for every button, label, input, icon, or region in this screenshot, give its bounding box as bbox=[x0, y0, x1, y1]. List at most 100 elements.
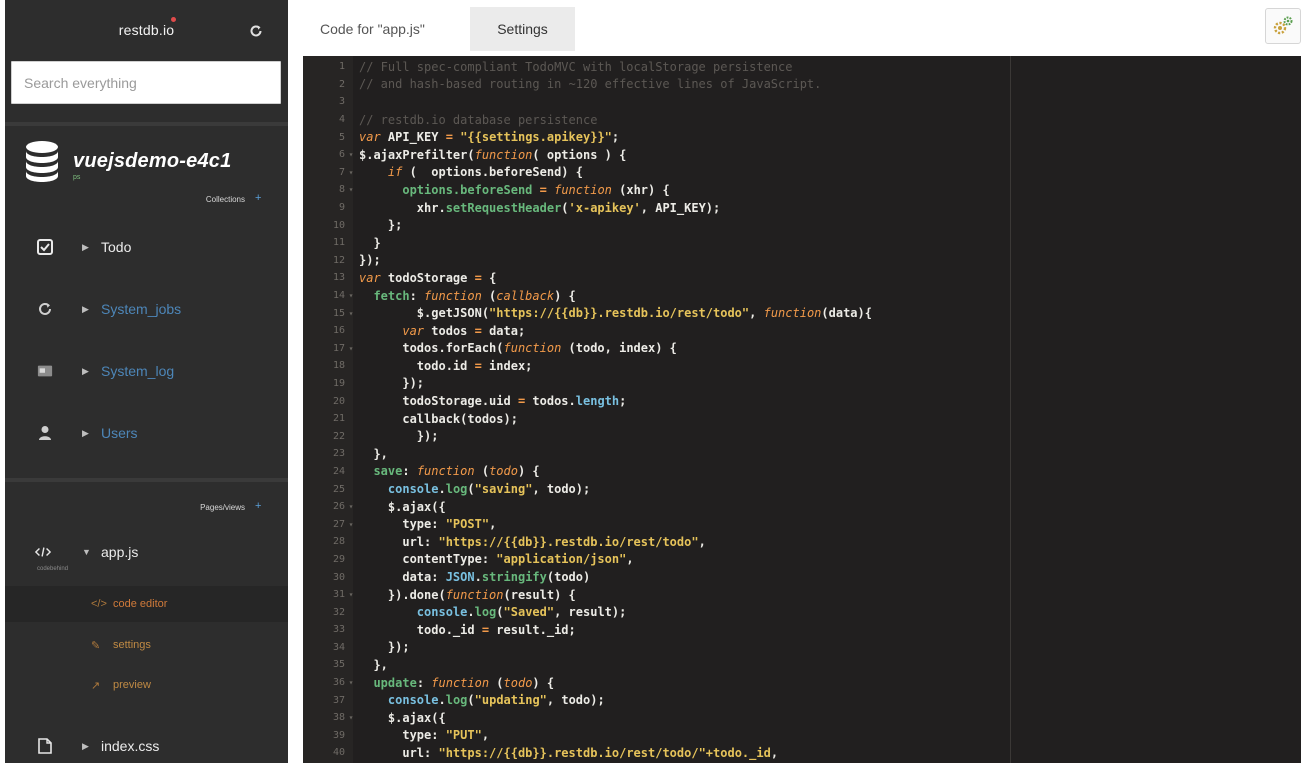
code-token: ( bbox=[481, 288, 497, 303]
fold-toggle-icon[interactable]: ▾ bbox=[345, 502, 357, 511]
line-number: 40 bbox=[332, 747, 345, 759]
code-text: todo.id = index; bbox=[357, 358, 533, 373]
code-text: todo._id = result._id; bbox=[357, 623, 576, 637]
code-token: todoStorage.uid bbox=[359, 394, 518, 409]
code-token: = bbox=[445, 130, 453, 145]
code-line: 27 ▾ type: "POST", bbox=[303, 515, 1301, 533]
fold-toggle-icon[interactable]: ▾ bbox=[345, 713, 357, 722]
code-line: 28 url: "https://{{db}}.restdb.io/rest/t… bbox=[303, 533, 1301, 551]
code-text: var todoStorage = { bbox=[357, 271, 496, 285]
code-line: 10 }; bbox=[303, 216, 1301, 234]
tab-settings[interactable]: Settings bbox=[470, 7, 575, 51]
code-text: options.beforeSend = function (xhr) { bbox=[357, 182, 669, 197]
code-line: 38 ▾ $.ajax({ bbox=[303, 709, 1301, 727]
code-token: // and hash-based routing in ~120 effect… bbox=[359, 77, 822, 92]
code-line: 12}); bbox=[303, 252, 1301, 270]
code-editor[interactable]: 1 // Full spec-compliant TodoMVC with loc… bbox=[303, 56, 1301, 763]
code-text: }, bbox=[357, 447, 387, 461]
code-token: options.beforeSend bbox=[402, 182, 533, 197]
database-header[interactable]: vuejsdemo-e4c1 ps bbox=[5, 130, 288, 210]
code-token: console bbox=[416, 605, 468, 620]
code-text: // Full spec-compliant TodoMVC with loca… bbox=[357, 60, 792, 74]
code-line: 40 url: "https://{{db}}.restdb.io/rest/t… bbox=[303, 744, 1301, 762]
code-token: stringify bbox=[481, 570, 547, 585]
add-collection-icon[interactable]: + bbox=[255, 192, 261, 204]
fold-toggle-icon[interactable]: ▾ bbox=[345, 520, 357, 529]
line-number: 15 bbox=[332, 307, 345, 319]
code-text: save: function (todo) { bbox=[357, 464, 539, 478]
page-item-app-js[interactable]: ▼ app.js codebehind bbox=[5, 532, 288, 572]
code-token: "saving" bbox=[474, 482, 533, 497]
line-number: 3 bbox=[338, 96, 345, 108]
brand[interactable]: restdb.io bbox=[5, 0, 288, 60]
code-token: contentType: bbox=[359, 552, 497, 567]
line-number: 21 bbox=[332, 413, 345, 425]
code-token: function bbox=[503, 341, 562, 356]
code-token: function bbox=[474, 147, 533, 162]
line-number: 32 bbox=[332, 606, 345, 618]
code-token: ) { bbox=[554, 288, 576, 303]
line-number: 33 bbox=[332, 624, 345, 636]
code-text: console.log("Saved", result); bbox=[357, 605, 627, 620]
code-token: }); bbox=[359, 376, 425, 391]
collection-item[interactable]: ▶ Todo bbox=[5, 227, 288, 267]
collection-item[interactable]: ▶ Users bbox=[5, 413, 288, 453]
code-text: data: JSON.stringify(todo) bbox=[357, 570, 590, 584]
tab-code[interactable]: Code for "app.js" bbox=[300, 7, 445, 51]
line-number: 4 bbox=[338, 114, 345, 126]
code-token: ; bbox=[611, 130, 620, 145]
database-icon bbox=[26, 141, 58, 182]
code-line: 30 data: JSON.stringify(todo) bbox=[303, 568, 1301, 586]
page-item-label: app.js bbox=[101, 544, 139, 560]
fold-toggle-icon[interactable]: ▾ bbox=[345, 590, 357, 599]
refresh-button[interactable] bbox=[247, 22, 265, 40]
fold-toggle-icon[interactable]: ▾ bbox=[345, 185, 357, 194]
code-line: 20 todoStorage.uid = todos.length; bbox=[303, 392, 1301, 410]
expand-caret-icon: ▶ bbox=[82, 365, 89, 376]
code-token: JSON bbox=[445, 570, 475, 585]
code-text: }); bbox=[357, 429, 439, 443]
code-line: 17 ▾ todos.forEach(function (todo, index)… bbox=[303, 340, 1301, 358]
line-number: 30 bbox=[332, 571, 345, 583]
code-line: 19 }); bbox=[303, 375, 1301, 393]
page-subitem-label: settings bbox=[113, 639, 151, 651]
line-number: 26 bbox=[332, 501, 345, 513]
search-input[interactable] bbox=[11, 61, 281, 104]
fold-toggle-icon[interactable]: ▾ bbox=[345, 344, 357, 353]
settings-gear-button[interactable] bbox=[1265, 8, 1301, 44]
page-subitem[interactable]: ✎ settings bbox=[5, 627, 288, 663]
code-token: (todo, index) { bbox=[561, 341, 677, 356]
line-number: 37 bbox=[332, 694, 345, 706]
add-page-icon[interactable]: + bbox=[255, 500, 261, 512]
fold-toggle-icon[interactable]: ▾ bbox=[345, 678, 357, 687]
code-text: }); bbox=[357, 253, 381, 267]
fold-toggle-icon[interactable]: ▾ bbox=[345, 291, 357, 300]
fold-toggle-icon[interactable]: ▾ bbox=[345, 168, 357, 177]
fold-toggle-icon[interactable]: ▾ bbox=[345, 309, 357, 318]
code-line: 5 var API_KEY = "{{settings.apikey}}"; bbox=[303, 128, 1301, 146]
line-number: 31 bbox=[332, 589, 345, 601]
code-token: todos. bbox=[525, 394, 576, 409]
page-subitem[interactable]: </> code editor bbox=[5, 586, 288, 622]
code-line: 26 ▾ $.ajax({ bbox=[303, 498, 1301, 516]
fold-toggle-icon[interactable]: ▾ bbox=[345, 150, 357, 159]
code-line: 23 }, bbox=[303, 445, 1301, 463]
code-line: 29 contentType: "application/json", bbox=[303, 551, 1301, 569]
page-subitem-label: preview bbox=[113, 679, 151, 691]
code-token: todo.id bbox=[359, 358, 475, 373]
code-token: ( bbox=[489, 675, 504, 690]
code-token: var bbox=[359, 130, 381, 145]
code-text: console.log("saving", todo); bbox=[357, 482, 590, 496]
code-token: var bbox=[359, 270, 381, 285]
code-token: index; bbox=[481, 358, 533, 373]
code-token: . bbox=[467, 605, 475, 620]
file-item-index-css[interactable]: ▶ index.css bbox=[5, 726, 288, 763]
code-text: $.ajax({ bbox=[357, 500, 446, 514]
page-subitem[interactable]: ↗ preview bbox=[5, 667, 288, 703]
collection-item[interactable]: ▶ System_log bbox=[5, 351, 288, 391]
collection-item[interactable]: ▶ System_jobs bbox=[5, 289, 288, 329]
code-token: (result) { bbox=[503, 587, 576, 602]
